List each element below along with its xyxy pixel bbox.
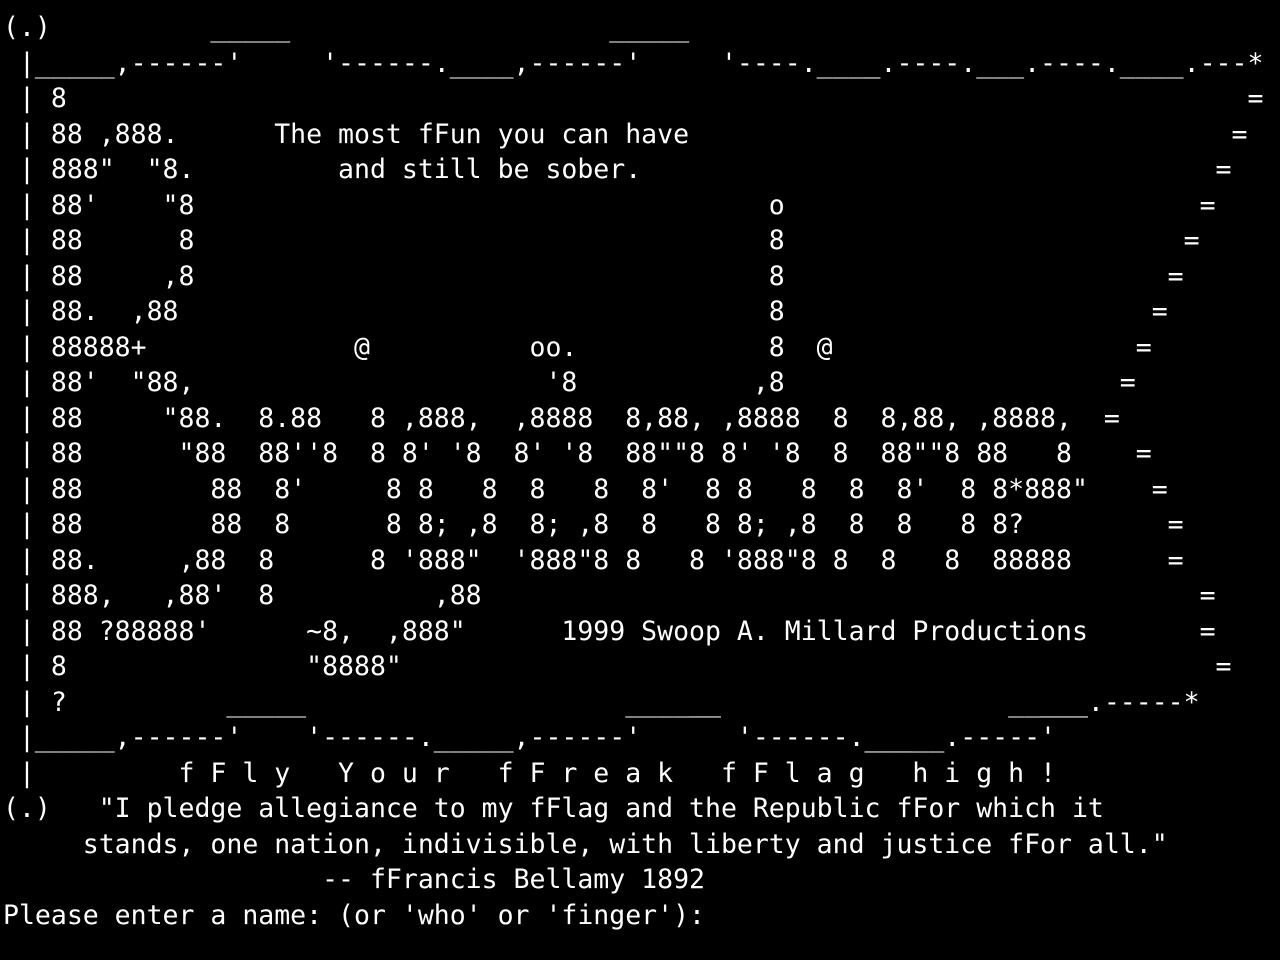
banner-line: stands, one nation, indivisible, with li… <box>3 828 1168 860</box>
banner-line: (.) _____ _____ <box>3 12 690 43</box>
banner-line: | 88 ,8 8 = <box>3 260 1184 292</box>
banner-line: | 88' "8 o = <box>3 189 1216 221</box>
banner-line: | ? _____ ______ _____.-----* <box>3 686 1200 718</box>
banner-line: | 888" "8. and still be sober. = <box>3 154 1232 185</box>
banner-line: | 88 "88. 8.88 8 ,888, ,8888 8,88, ,8888… <box>3 402 1120 434</box>
banner-line: | 888, ,88' 8 ,88 = <box>3 580 1216 611</box>
banner-line: | 88 ?88888' ~8, ,888" 1999 Swoop A. Mil… <box>3 615 1216 647</box>
banner-line: | 88' "88, '8 ,8 = <box>3 367 1136 398</box>
banner-line: | 8 = <box>3 83 1264 114</box>
banner-line: | 88 "88 88''8 8 8' '8 8' '8 88""8 8' '8… <box>3 438 1152 469</box>
banner-line: | 88 8 8 = <box>3 225 1200 256</box>
banner-line: | 88888+ @ oo. 8 @ = <box>3 331 1152 363</box>
banner-line: |_____,------' '------.____,------' '---… <box>3 47 1264 79</box>
prompt-label: Please enter a name: (or 'who' or 'finge… <box>3 899 721 931</box>
banner-line: | f F l y Y o u r f F r e a k f F l a g … <box>3 757 1056 789</box>
banner-line: | 88 88 8' 8 8 8 8 8 8' 8 8 8 8 8' 8 8*8… <box>3 473 1168 505</box>
banner-line: | 8 "8888" = <box>3 651 1232 682</box>
name-input[interactable] <box>720 899 981 931</box>
login-prompt: Please enter a name: (or 'who' or 'finge… <box>3 898 1280 934</box>
banner-line: | 88. ,88 8 = <box>3 296 1168 327</box>
banner-line: | 88 88 8 8 8; ,8 8; ,8 8 8 8; ,8 8 8 8 … <box>3 509 1184 540</box>
banner-line: |_____,------' '------._____,------' '--… <box>3 722 1056 753</box>
banner-line: (.) "I pledge allegiance to my fFlag and… <box>3 793 1104 824</box>
terminal-screen: (.) _____ _____ |_____,------' '------._… <box>0 0 1280 933</box>
banner-line: | 88. ,88 8 8 '888" '888"8 8 8 '888"8 8 … <box>3 544 1184 576</box>
banner-line: -- fFrancis Bellamy 1892 <box>3 864 705 895</box>
banner-line: | 88 ,888. The most fFun you can have = <box>3 118 1248 150</box>
terminal-window: (.) _____ _____ |_____,------' '------._… <box>0 0 1280 960</box>
